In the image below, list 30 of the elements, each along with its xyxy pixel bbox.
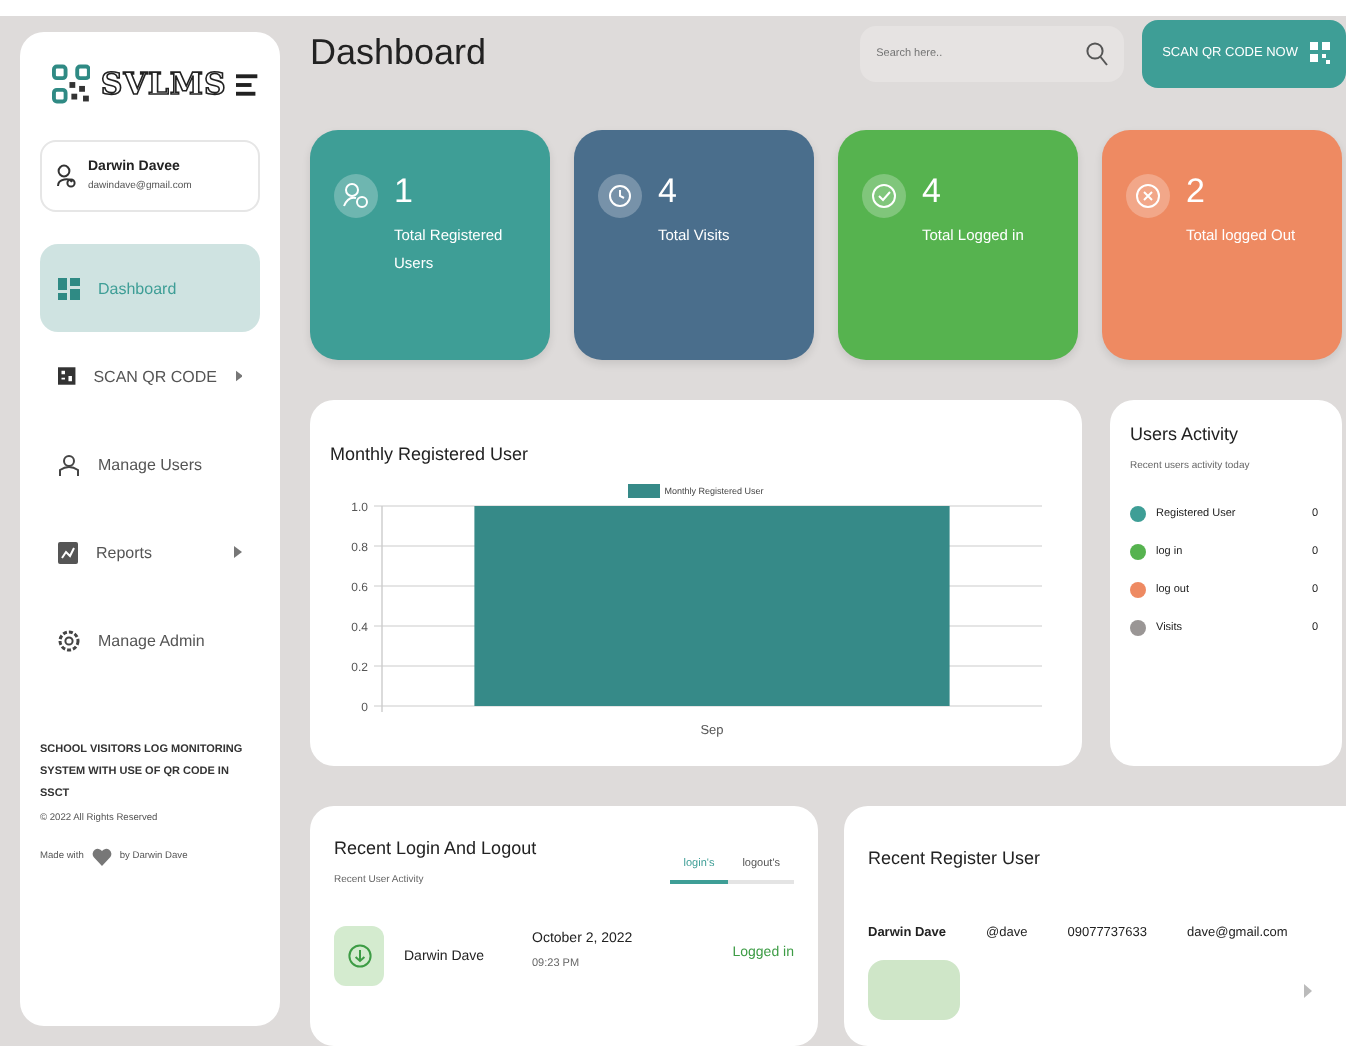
heart-icon [91,848,112,866]
dashboard-icon [58,277,80,299]
report-icon [58,541,78,563]
cancel-circle-icon [1126,174,1170,218]
download-circle-icon [347,944,371,968]
nav-item[interactable]: Reports [40,508,260,596]
card-title: Recent Register User [868,848,1041,868]
stat-value: 4 [922,174,943,210]
page-title: Dashboard [310,32,487,74]
nav-item[interactable]: SCAN QR CODE [40,332,260,420]
stat-value: 1 [394,174,415,210]
stat-value: 2 [1186,174,1207,210]
card-title: Recent Login And Logout [334,838,537,858]
settings-icon [58,629,80,651]
user-check-icon [334,174,378,218]
users-icon [58,453,80,475]
qr-code-icon [58,366,76,386]
nav-item[interactable]: Manage Users [40,420,260,508]
activity-title: Users Activity [1130,424,1241,444]
search-icon[interactable] [1086,41,1109,65]
chart-title: Monthly Registered User [330,444,531,464]
stat-value: 4 [658,174,679,210]
check-circle-icon [862,174,906,218]
menu-icon[interactable] [236,73,260,95]
history-icon [598,174,642,218]
nav-item[interactable]: Manage Admin [40,596,260,684]
user-icon [56,164,76,188]
qr-code-icon [1310,42,1330,64]
qr-code-icon [52,64,91,104]
app-logo: SVLMS [100,66,227,102]
